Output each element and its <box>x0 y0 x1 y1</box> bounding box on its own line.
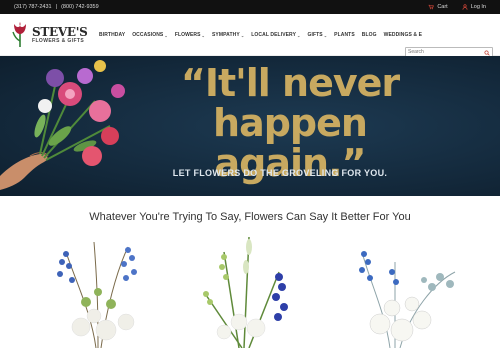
chevron-down-icon: ⌄ <box>164 32 168 38</box>
chevron-down-icon: ⌄ <box>323 32 328 38</box>
phone-numbers: (317) 787-2431 | (800) 742-9359 <box>14 4 99 10</box>
nav-label: GIFTS <box>307 32 323 38</box>
nav-label: BLOG <box>361 32 377 38</box>
product-image-arrangement-2[interactable] <box>184 232 314 348</box>
nav-item-sympathy[interactable]: SYMPATHY ⌄ <box>212 32 244 38</box>
logo-name: STEVE'S <box>32 25 88 39</box>
chevron-down-icon: ⌄ <box>240 32 245 38</box>
site-logo[interactable]: STEVE'S FLOWERS & GIFTS <box>10 19 88 51</box>
nav-label: LOCAL DELIVERY <box>251 32 297 38</box>
nav-label: BIRTHDAY <box>99 32 126 38</box>
bouquet-in-hand-image <box>0 60 125 190</box>
nav-item-birthday[interactable]: BIRTHDAY <box>99 32 125 38</box>
cart-link[interactable]: Cart <box>428 4 448 10</box>
nav-item-occasions[interactable]: OCCASIONS ⌄ <box>132 32 168 38</box>
nav-item-gifts[interactable]: GIFTS ⌄ <box>307 32 327 38</box>
nav-item-plants[interactable]: PLANTS <box>334 32 355 38</box>
hero-headline: “It'll never happen again.” <box>140 61 440 184</box>
nav-label: WEDDINGS & E <box>383 32 423 38</box>
hero-line-1: “It'll never <box>180 61 400 105</box>
phone-separator: | <box>55 4 58 10</box>
phone-local[interactable]: (317) 787-2431 <box>14 4 52 10</box>
cart-icon <box>428 4 435 10</box>
nav-label: PLANTS <box>334 32 355 38</box>
chevron-down-icon: ⌄ <box>201 32 205 38</box>
product-image-arrangement-1[interactable] <box>36 232 166 348</box>
site-header: STEVE'S FLOWERS & GIFTS BIRTHDAY OCCASIO… <box>0 14 500 57</box>
search-input[interactable] <box>408 49 480 55</box>
nav-item-local-delivery[interactable]: LOCAL DELIVERY ⌄ <box>251 32 300 38</box>
section-title: Whatever You're Trying To Say, Flowers C… <box>89 211 411 223</box>
phone-tollfree[interactable]: (800) 742-9359 <box>61 4 99 10</box>
nav-label: SYMPATHY <box>211 32 240 38</box>
login-label: Log In <box>470 4 486 10</box>
product-image-arrangement-3[interactable] <box>340 232 470 348</box>
nav-label: FLOWERS <box>174 32 201 38</box>
hero-tagline: LET FLOWERS DO THE GROVELING FOR YOU. <box>172 168 388 178</box>
top-bar: (317) 787-2431 | (800) 742-9359 Cart Log… <box>0 0 500 14</box>
chevron-down-icon: ⌄ <box>297 32 301 38</box>
logo-subtitle: FLOWERS & GIFTS <box>32 38 85 44</box>
nav-label: OCCASIONS <box>132 32 164 38</box>
nav-item-weddings[interactable]: WEDDINGS & E <box>384 32 422 38</box>
tulip-logo-icon <box>12 22 26 48</box>
nav-item-flowers[interactable]: FLOWERS ⌄ <box>175 32 205 38</box>
login-link[interactable]: Log In <box>462 4 486 10</box>
cart-label: Cart <box>437 4 448 10</box>
search-icon[interactable] <box>484 49 490 56</box>
main-nav: BIRTHDAY OCCASIONS ⌄ FLOWERS ⌄ SYMPATHY ⌄ L… <box>99 32 422 38</box>
nav-item-blog[interactable]: BLOG <box>362 32 377 38</box>
hero-banner[interactable]: “It'll never happen again.” LET FLOWERS … <box>0 56 500 196</box>
user-icon <box>462 4 468 10</box>
